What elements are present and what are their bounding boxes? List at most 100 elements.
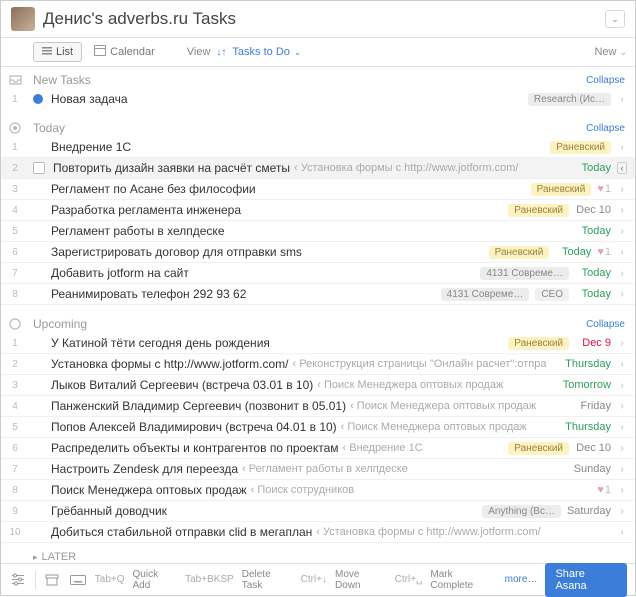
section-title: New Tasks [33, 73, 91, 87]
due-date: Today [575, 162, 611, 174]
task-row[interactable]: 5Попов Алексей Владимирович (встреча 04.… [1, 417, 635, 438]
row-number: 7 [1, 263, 29, 283]
task-name: Настроить Zendesk для переезда [51, 462, 238, 476]
heart-icon[interactable]: ♥1 [597, 484, 611, 496]
task-row[interactable]: 8Поиск Менеджера оптовых продаж‹ Поиск с… [1, 480, 635, 501]
row-number: 3 [1, 375, 29, 395]
due-date: Dec 10 [575, 442, 611, 454]
view-calendar-button[interactable]: Calendar [86, 42, 163, 62]
row-number: 1 [1, 89, 29, 109]
task-row[interactable]: 3Лыков Виталий Сергеевич (встреча 03.01 … [1, 375, 635, 396]
tag[interactable]: 4131 Совреме… [441, 288, 530, 301]
keyboard-icon[interactable] [69, 571, 87, 589]
task-row[interactable]: 6Распределить объекты и контрагентов по … [1, 438, 635, 459]
chevron-right-icon[interactable]: › [617, 506, 627, 517]
due-date: Today [575, 288, 611, 300]
tag[interactable]: Раневский [531, 183, 592, 196]
tag[interactable]: Anything (Вс… [482, 505, 561, 518]
chevron-right-icon[interactable]: › [617, 422, 627, 433]
task-name: Грёбанный доводчик [51, 504, 167, 518]
task-name: Внедрение 1С [51, 140, 131, 154]
task-name: Добавить jotform на сайт [51, 266, 189, 280]
task-row[interactable]: 7Настроить Zendesk для переезда‹ Регламе… [1, 459, 635, 480]
task-name: Распределить объекты и контрагентов по п… [51, 441, 339, 455]
chevron-right-icon[interactable]: › [617, 268, 627, 279]
task-row[interactable]: 2Установка формы с http://www.jotform.co… [1, 354, 635, 375]
tag[interactable]: Раневский [508, 204, 569, 217]
row-number: 3 [1, 179, 29, 199]
chevron-right-icon[interactable]: › [617, 226, 627, 237]
chevron-right-icon[interactable]: › [617, 380, 627, 391]
chevron-right-icon[interactable]: ‹ [617, 162, 627, 174]
avatar[interactable] [11, 7, 35, 31]
chevron-right-icon[interactable]: › [617, 247, 627, 258]
view-list-button[interactable]: List [33, 42, 82, 62]
task-checkbox[interactable] [33, 162, 45, 174]
share-button[interactable]: Share Asana [545, 563, 627, 597]
task-parent: ‹ Поиск Менеджера оптовых продаж [317, 379, 503, 391]
tag[interactable]: Раневский [489, 246, 550, 259]
shortcut-label: Quick Add [133, 569, 178, 591]
chevron-right-icon[interactable]: › [617, 443, 627, 454]
due-date: Today [555, 246, 591, 258]
task-row[interactable]: 1У Катиной тёти сегодня день рожденияРан… [1, 333, 635, 354]
chevron-right-icon[interactable]: › [617, 205, 627, 216]
tag[interactable]: 4131 Совреме… [480, 267, 569, 280]
task-row[interactable]: 6Зарегистрировать договор для отправки s… [1, 242, 635, 263]
archive-icon[interactable] [44, 571, 62, 589]
task-name: Панженский Владимир Сергеевич (позвонит … [51, 399, 346, 413]
due-date: Today [575, 225, 611, 237]
tag[interactable]: CEO [535, 288, 569, 301]
heart-icon[interactable]: ♥1 [597, 183, 611, 195]
priority-dot [33, 94, 43, 104]
task-row[interactable]: 7Добавить jotform на сайт4131 Совреме…To… [1, 263, 635, 284]
due-date: Tomorrow [563, 379, 611, 391]
chevron-right-icon[interactable]: › [617, 401, 627, 412]
shortcut-label: Mark Complete [430, 569, 496, 591]
row-number: 2 [1, 354, 29, 374]
inbox-icon [1, 69, 29, 91]
task-parent: ‹ Поиск Менеджера оптовых продаж [350, 400, 536, 412]
chevron-right-icon[interactable]: › [617, 359, 627, 370]
chevron-right-icon[interactable]: › [617, 464, 627, 475]
more-shortcuts-link[interactable]: more… [505, 574, 538, 585]
tag[interactable]: Research (Ис… [528, 93, 611, 106]
task-row[interactable]: 4Панженский Владимир Сергеевич (позвонит… [1, 396, 635, 417]
shortcut-key: Ctrl+␣ [395, 574, 423, 585]
tag[interactable]: Раневский [550, 141, 611, 154]
task-row[interactable]: 4Разработка регламента инженераРаневский… [1, 200, 635, 221]
view-filter-dropdown[interactable]: Tasks to Do [232, 46, 289, 58]
chevron-right-icon[interactable]: › [617, 94, 627, 105]
heart-icon[interactable]: ♥1 [597, 246, 611, 258]
task-row[interactable]: 1 Новая задача Research (Ис… › [1, 89, 635, 109]
header-menu-dropdown[interactable]: ⌄ [605, 10, 625, 28]
due-date: Thursday [565, 421, 611, 433]
task-row[interactable]: 9Грёбанный доводчикAnything (Вс…Saturday… [1, 501, 635, 522]
task-name: Новая задача [51, 92, 128, 106]
view-label: View [187, 46, 211, 58]
task-row[interactable]: 2Повторить дизайн заявки на расчёт сметы… [1, 158, 635, 179]
task-row[interactable]: 8Реанимировать телефон 292 93 624131 Сов… [1, 284, 635, 305]
settings-icon[interactable] [9, 571, 27, 589]
task-row[interactable]: 5Регламент работы в хелпдескеToday› [1, 221, 635, 242]
tag[interactable]: Раневский [508, 337, 569, 350]
collapse-link[interactable]: Collapse [586, 75, 625, 86]
task-name: Поиск Менеджера оптовых продаж [51, 483, 247, 497]
new-label: New [594, 46, 616, 58]
chevron-right-icon[interactable]: › [617, 142, 627, 153]
task-row[interactable]: 1Внедрение 1СРаневский› [1, 137, 635, 158]
chevron-right-icon[interactable]: › [617, 184, 627, 195]
chevron-right-icon[interactable]: › [617, 527, 627, 538]
task-row[interactable]: 10Добиться стабильной отправки clid в ме… [1, 522, 635, 543]
collapse-link[interactable]: Collapse [586, 123, 625, 134]
chevron-right-icon[interactable]: › [617, 485, 627, 496]
tag[interactable]: Раневский [508, 442, 569, 455]
collapse-link[interactable]: Collapse [586, 319, 625, 330]
task-row[interactable]: 3Регламент по Асане без философииРаневск… [1, 179, 635, 200]
chevron-right-icon[interactable]: › [617, 338, 627, 349]
new-task-button[interactable]: New ⌄ [594, 46, 627, 58]
sort-icon: ↓↑ [216, 47, 226, 58]
chevron-right-icon[interactable]: › [617, 289, 627, 300]
task-parent: ‹ Реконструкция страницы "Онлайн расчет"… [293, 358, 547, 370]
shortcut-key: Tab+Q [95, 574, 125, 585]
